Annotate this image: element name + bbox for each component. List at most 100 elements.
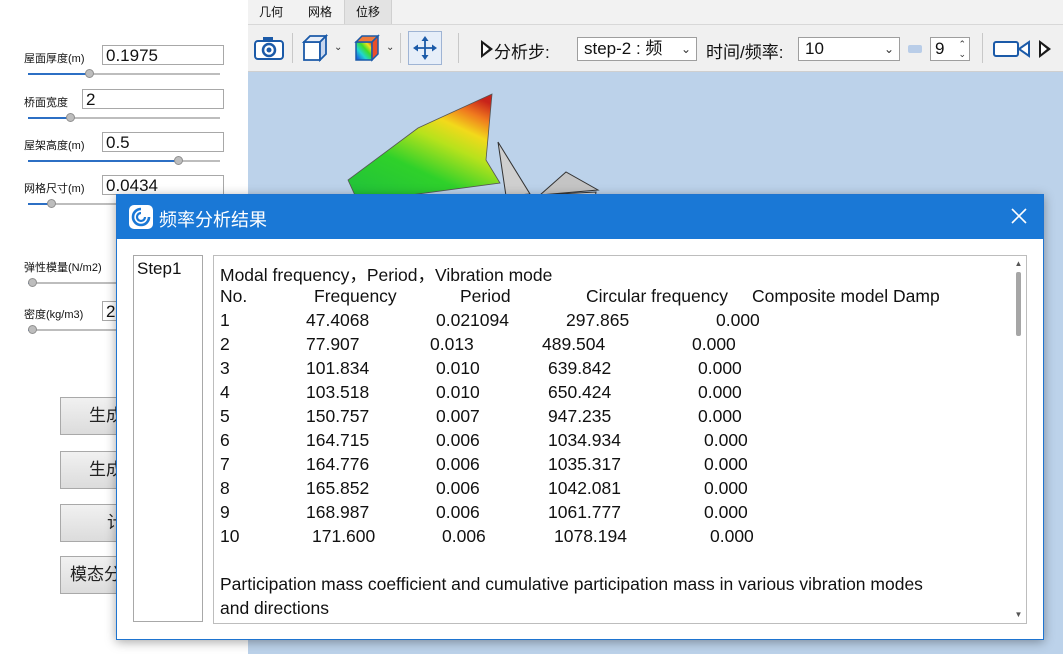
view-cube-icon[interactable]	[298, 31, 332, 65]
step-back-icon[interactable]	[480, 39, 494, 59]
table-cell: 1034.934	[548, 430, 621, 450]
video-record-icon[interactable]	[993, 39, 1031, 59]
roof-thickness-input[interactable]: 0.1975	[102, 45, 224, 65]
table-cell: 164.776	[306, 454, 370, 474]
time-frequency-select[interactable]: 10 ⌄	[798, 37, 900, 61]
table-cell: 1035.317	[548, 454, 621, 474]
view-tabs: 几何 网格 位移	[248, 0, 1063, 25]
param-label: 屋架高度(m)	[24, 140, 85, 152]
slider-thumb[interactable]	[27, 325, 37, 334]
table-cell: 171.600	[312, 526, 376, 546]
scroll-up-icon[interactable]: ▲	[1014, 260, 1023, 268]
results-footer-line: and directions	[220, 598, 329, 618]
column-header: Period	[460, 286, 511, 306]
table-cell: 8	[220, 478, 230, 498]
scrollbar-thumb[interactable]	[1016, 272, 1021, 336]
column-header: Circular frequency	[586, 286, 728, 306]
param-label: 密度(kg/m3)	[24, 309, 84, 321]
column-header: No.	[220, 286, 248, 306]
table-cell: 639.842	[548, 358, 612, 378]
table-cell: 0.000	[704, 430, 748, 450]
table-cell: 0.006	[436, 502, 480, 522]
table-cell: 1	[220, 310, 230, 330]
param-roof-thickness: 屋面厚度(m) 0.1975	[22, 45, 228, 89]
param-label: 桥面宽度	[24, 97, 68, 109]
table-cell: 0.021094	[436, 310, 509, 330]
analysis-step-value: step-2 : 频	[584, 39, 663, 58]
chevron-down-icon[interactable]: ⌄	[386, 42, 394, 53]
camera-icon[interactable]	[252, 31, 286, 65]
slider-thumb[interactable]	[66, 113, 76, 122]
table-cell: 165.852	[306, 478, 370, 498]
table-cell: 0.006	[436, 454, 480, 474]
table-cell: 0.006	[436, 430, 480, 450]
analysis-step-select[interactable]: step-2 : 频 ⌄	[577, 37, 697, 61]
dialog-title: 频率分析结果	[159, 210, 267, 230]
deck-width-input[interactable]: 2	[82, 89, 224, 109]
dialog-titlebar[interactable]: 频率分析结果	[117, 195, 1043, 239]
chevron-down-icon: ⌄	[680, 42, 691, 56]
spin-up-icon[interactable]: ⌃	[958, 40, 966, 49]
pan-move-icon[interactable]	[408, 31, 442, 65]
table-cell: 0.000	[692, 334, 736, 354]
table-cell: 101.834	[306, 358, 370, 378]
frame-slider-icon[interactable]	[908, 45, 922, 53]
results-text-area[interactable]: Modal frequency，Period，Vibration mode No…	[213, 255, 1027, 624]
param-label: 网格尺寸(m)	[24, 183, 85, 195]
table-cell: 150.757	[306, 406, 370, 426]
table-cell: 489.504	[542, 334, 606, 354]
table-cell: 0.010	[436, 382, 480, 402]
table-cell: 1061.777	[548, 502, 621, 522]
results-heading: Modal frequency，Period，Vibration mode	[220, 265, 553, 285]
column-header: Frequency	[314, 286, 397, 306]
time-frequency-value: 10	[805, 39, 824, 58]
slider-track[interactable]	[28, 73, 220, 75]
table-cell: 5	[220, 406, 230, 426]
step-list-item[interactable]: Step1	[137, 259, 181, 279]
slider-thumb[interactable]	[173, 156, 183, 165]
param-label: 弹性模量(N/m2)	[24, 262, 102, 274]
table-cell: 103.518	[306, 382, 370, 402]
table-cell: 0.000	[698, 382, 742, 402]
tab-geometry[interactable]: 几何	[248, 0, 294, 24]
table-cell: 168.987	[306, 502, 370, 522]
table-cell: 0.000	[704, 454, 748, 474]
slider-thumb[interactable]	[85, 69, 95, 78]
table-cell: 47.4068	[306, 310, 370, 330]
table-cell: 0.010	[436, 358, 480, 378]
frame-spinner[interactable]: 9 ⌃ ⌄	[930, 37, 970, 61]
table-cell: 0.000	[704, 478, 748, 498]
tab-displacement[interactable]: 位移	[344, 0, 392, 24]
slider-track[interactable]	[28, 117, 220, 119]
table-cell: 10	[220, 526, 240, 546]
truss-height-input[interactable]: 0.5	[102, 132, 224, 152]
table-cell: 0.000	[698, 406, 742, 426]
mesh-size-input[interactable]: 0.0434	[102, 175, 224, 195]
viewer-toolbar: ⌄ ⌄ 分析步: step-2: 频 ⌄ 时间/频率: 10 ⌄ 9 ⌃ ⌄	[248, 25, 1063, 72]
table-cell: 0.000	[704, 502, 748, 522]
tab-mesh[interactable]: 网格	[296, 0, 344, 24]
app-logo-icon	[129, 205, 153, 229]
spin-down-icon[interactable]: ⌄	[958, 50, 966, 59]
table-cell: 0.013	[430, 334, 474, 354]
chevron-down-icon: ⌄	[883, 42, 894, 56]
scroll-down-icon[interactable]: ▼	[1014, 611, 1023, 619]
close-icon[interactable]	[1009, 206, 1029, 226]
slider-thumb[interactable]	[27, 278, 37, 287]
slider-track[interactable]	[28, 160, 220, 162]
table-cell: 2	[220, 334, 230, 354]
chevron-down-icon[interactable]: ⌄	[334, 42, 342, 53]
slider-thumb[interactable]	[47, 199, 57, 208]
frequency-results-dialog: 频率分析结果 Step1 Modal frequency，Period，Vibr…	[116, 194, 1044, 640]
table-cell: 4	[220, 382, 230, 402]
frame-value: 9	[935, 39, 945, 58]
play-icon[interactable]	[1038, 39, 1052, 59]
table-cell: 0.006	[436, 478, 480, 498]
table-cell: 7	[220, 454, 230, 474]
param-deck-width: 桥面宽度 2	[22, 89, 228, 133]
table-cell: 1078.194	[554, 526, 627, 546]
vertical-scrollbar[interactable]: ▲ ▼	[1014, 260, 1023, 619]
step-list: Step1	[133, 255, 203, 622]
param-truss-height: 屋架高度(m) 0.5	[22, 132, 228, 176]
contour-cube-icon[interactable]	[350, 31, 384, 65]
